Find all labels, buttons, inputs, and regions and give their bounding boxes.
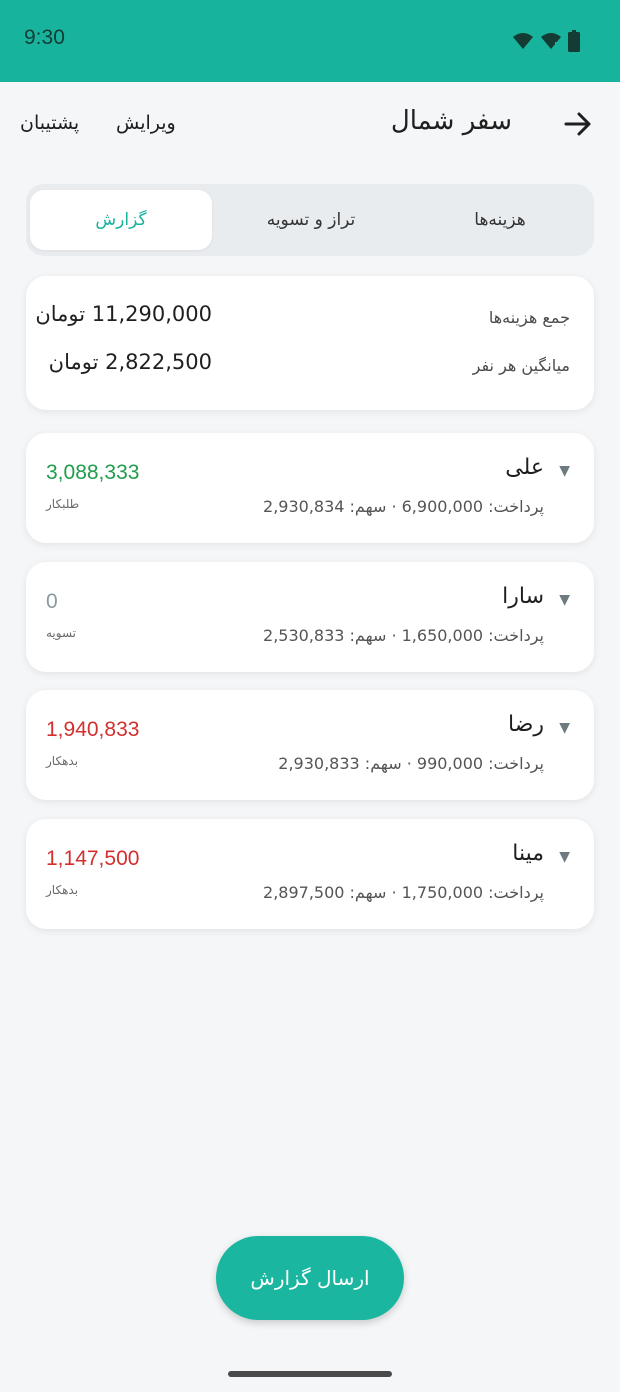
- status-bar: 9:30: [0, 0, 620, 82]
- average-value: 2,822,500 تومان: [48, 350, 212, 374]
- page-title: سفر شمال: [390, 106, 512, 136]
- chevron-down-icon[interactable]: ▼: [559, 592, 570, 608]
- tab-expenses[interactable]: هزینه‌ها: [410, 190, 590, 250]
- person-balance: 1,940,833: [46, 718, 140, 741]
- status-time: 9:30: [24, 26, 65, 49]
- person-name: سارا: [502, 584, 544, 609]
- chevron-down-icon[interactable]: ▼: [559, 849, 570, 865]
- wifi-icon: [513, 33, 533, 49]
- average-row: میانگین هر نفر 2,822,500 تومان: [26, 346, 594, 386]
- person-status: بدهکار: [46, 883, 79, 897]
- chevron-down-icon[interactable]: ▼: [559, 463, 570, 479]
- person-status: بدهکار: [46, 754, 79, 768]
- chevron-down-icon[interactable]: ▼: [559, 720, 570, 736]
- tab-settle[interactable]: تراز و تسویه: [216, 190, 406, 250]
- person-status: طلبکار: [46, 497, 80, 511]
- status-icons: [512, 30, 580, 52]
- person-name: رضا: [507, 712, 544, 737]
- average-label: میانگین هر نفر: [472, 356, 570, 375]
- total-row: جمع هزینه‌ها 11,290,000 تومان: [26, 298, 594, 338]
- edit-button[interactable]: ویرایش: [116, 112, 176, 134]
- summary-card: جمع هزینه‌ها 11,290,000 تومان میانگین هر…: [26, 276, 594, 410]
- top-app-bar: سفر شمال ویرایش پشتیبان: [0, 82, 620, 166]
- person-balance: 1,147,500: [46, 847, 140, 870]
- person-card[interactable]: ▼ علی پرداخت: 6,900,000 · سهم: 2,930,834…: [26, 433, 594, 543]
- battery-icon: [568, 30, 580, 52]
- person-balance: 3,088,333: [46, 461, 140, 484]
- signal-icon: [541, 33, 561, 49]
- person-name: مینا: [512, 841, 544, 866]
- person-card[interactable]: ▼ سارا پرداخت: 1,650,000 · سهم: 2,530,83…: [26, 562, 594, 672]
- total-label: جمع هزینه‌ها: [488, 308, 570, 327]
- tab-report[interactable]: گزارش: [30, 190, 212, 250]
- total-value: 11,290,000 تومان: [35, 302, 212, 326]
- person-balance: 0: [46, 590, 58, 613]
- person-detail: پرداخت: 1,650,000 · سهم: 2,530,833: [263, 626, 544, 645]
- person-card[interactable]: ▼ رضا پرداخت: 990,000 · سهم: 2,930,833 1…: [26, 690, 594, 800]
- person-card[interactable]: ▼ مینا پرداخت: 1,750,000 · سهم: 2,897,50…: [26, 819, 594, 929]
- arrow-right-icon[interactable]: [562, 108, 594, 140]
- person-detail: پرداخت: 990,000 · سهم: 2,930,833: [278, 754, 544, 773]
- person-detail: پرداخت: 1,750,000 · سهم: 2,897,500: [263, 883, 544, 902]
- support-button[interactable]: پشتیبان: [20, 112, 79, 134]
- gesture-bar[interactable]: [228, 1371, 392, 1377]
- person-detail: پرداخت: 6,900,000 · سهم: 2,930,834: [263, 497, 544, 516]
- person-status: تسویه: [46, 626, 77, 640]
- send-report-button[interactable]: ارسال گزارش: [216, 1236, 404, 1320]
- person-name: علی: [505, 455, 544, 480]
- tab-bar: گزارش تراز و تسویه هزینه‌ها: [26, 184, 594, 256]
